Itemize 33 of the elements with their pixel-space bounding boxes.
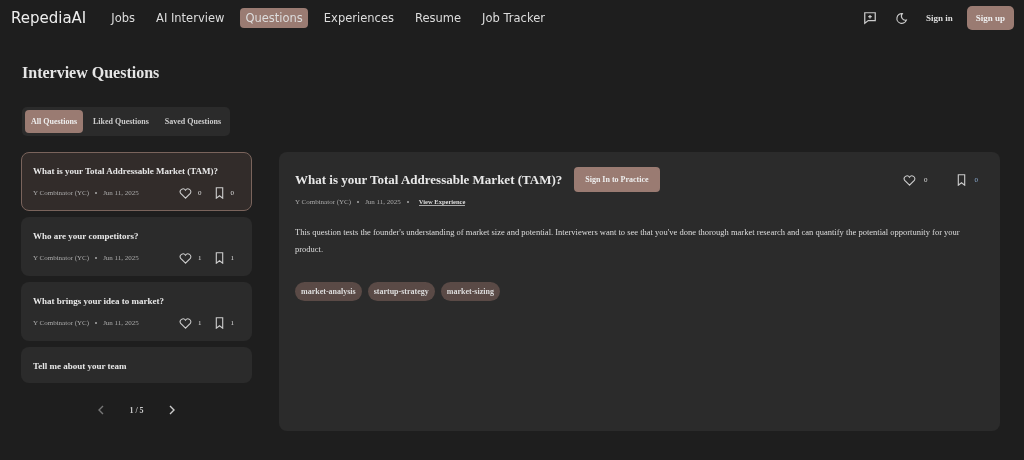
nav-link[interactable]: Experiences bbox=[318, 8, 399, 28]
filter-tab[interactable]: Liked Questions bbox=[87, 110, 155, 133]
next-page-icon[interactable] bbox=[167, 405, 176, 415]
page-title: Interview Questions bbox=[22, 64, 161, 82]
moon-icon[interactable] bbox=[894, 11, 908, 25]
filter-tab[interactable]: Saved Questions bbox=[158, 110, 228, 133]
question-title: What brings your idea to market? bbox=[33, 296, 166, 306]
bookmark-icon[interactable] bbox=[213, 252, 225, 264]
nav-link[interactable]: Job Tracker bbox=[477, 8, 550, 28]
page-indicator: 1 / 5 bbox=[129, 405, 144, 415]
question-title: Tell me about your team bbox=[33, 361, 128, 371]
heart-icon[interactable] bbox=[903, 173, 916, 186]
topic-tag[interactable]: market-analysis bbox=[295, 282, 362, 301]
brand-logo[interactable]: RepediaAI bbox=[11, 9, 87, 27]
question-description: This question tests the founder's understanding of market size and potential. Interviewers want to see that you've done thorough market research and can quantify the potential opportunity for your product. bbox=[295, 226, 961, 256]
nav-link[interactable]: Resume bbox=[409, 8, 467, 28]
heart-icon[interactable] bbox=[179, 187, 192, 199]
previous-page-icon[interactable] bbox=[97, 405, 106, 415]
heart-icon[interactable] bbox=[179, 252, 192, 264]
bookmark-icon[interactable] bbox=[213, 317, 225, 329]
question-title: Who are your competitors? bbox=[33, 231, 140, 241]
topic-tag[interactable]: startup-strategy bbox=[367, 282, 435, 301]
question-heading: What is your Total Addressable Market (TAM)? bbox=[295, 171, 563, 188]
bookmark-icon[interactable] bbox=[213, 187, 225, 199]
nav-link[interactable]: Jobs bbox=[106, 8, 140, 28]
topic-tag[interactable]: market-sizing bbox=[440, 282, 500, 301]
sign-in-button[interactable]: Sign in bbox=[925, 9, 953, 27]
question-card[interactable]: Tell me about your team bbox=[21, 347, 252, 383]
nav-link[interactable]: AI Interview bbox=[151, 8, 230, 28]
question-title: What is your Total Addressable Market (TAM)? bbox=[33, 166, 219, 176]
feedback-icon[interactable] bbox=[862, 11, 877, 25]
bookmark-icon[interactable] bbox=[955, 173, 967, 186]
heart-icon[interactable] bbox=[179, 317, 192, 329]
